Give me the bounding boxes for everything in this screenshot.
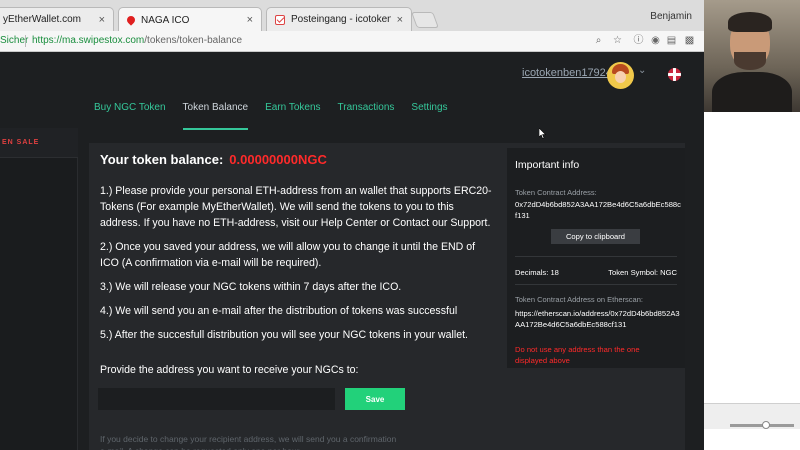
tab-transactions[interactable]: Transactions <box>338 102 395 130</box>
balance-value: 0.00000000NGC <box>229 152 327 167</box>
address-prompt: Provide the address you want to receive … <box>100 364 359 376</box>
gmail-favicon-icon <box>275 14 285 25</box>
browser-tab-bar: yEtherWallet.com × NAGA ICO × Posteingan… <box>0 0 704 32</box>
tab-settings[interactable]: Settings <box>411 102 447 130</box>
contract-address-label: Token Contract Address: <box>515 188 597 197</box>
extension-icon[interactable]: ◉ <box>649 34 662 47</box>
url-text[interactable]: https://ma.swipestox.com/tokens/token-ba… <box>32 35 242 46</box>
change-address-note: If you decide to change your recipient a… <box>100 434 397 450</box>
sidebar-item-token-sale[interactable]: EN SALE <box>0 128 78 158</box>
mouse-cursor-icon <box>539 128 547 139</box>
app: EN SALE icotokenben17924 ⌄ Buy NGC Token… <box>0 53 704 450</box>
tab-naga-ico[interactable]: NAGA ICO × <box>118 7 262 32</box>
extension-icon[interactable]: ▩ <box>683 34 696 47</box>
webcam-person-body <box>712 72 792 112</box>
chevron-down-icon[interactable]: ⌄ <box>638 65 646 76</box>
etherscan-label: Token Contract Address on Etherscan: <box>515 295 643 304</box>
instruction-step: 3.) We will release your NGC tokens with… <box>100 281 402 293</box>
close-icon[interactable]: × <box>397 14 403 26</box>
slider-knob <box>762 421 770 429</box>
info-title: Important info <box>515 159 580 171</box>
contract-address-value: 0x72dD4b6bd852A3AA172Be4d6C5a6dbEc588cf1… <box>515 200 681 220</box>
avatar[interactable] <box>607 62 634 89</box>
eth-address-input[interactable] <box>98 388 335 410</box>
close-icon[interactable]: × <box>99 14 105 26</box>
webcam-overlay <box>704 0 800 112</box>
url-path: /tokens/token-balance <box>144 35 243 46</box>
tab-label: Posteingang - icotokenben1@ <box>291 14 391 25</box>
url-host: https://ma.swipestox.com <box>32 35 145 46</box>
close-icon[interactable]: × <box>247 14 253 26</box>
etherscan-link[interactable]: https://etherscan.io/address/0x72dD4b6bd… <box>515 308 683 330</box>
translate-icon[interactable]: ▤ <box>665 34 678 47</box>
tab-label: NAGA ICO <box>141 14 190 26</box>
tab-earn-tokens[interactable]: Earn Tokens <box>265 102 320 130</box>
sidebar: EN SALE <box>0 128 78 450</box>
search-icon[interactable]: ⌕ <box>592 34 605 47</box>
webcam-person-beard <box>734 52 766 70</box>
copy-to-clipboard-button[interactable]: Copy to clipboard <box>551 229 640 244</box>
address-bar[interactable]: Sicher https://ma.swipestox.com/tokens/t… <box>0 31 704 52</box>
screen: yEtherWallet.com × NAGA ICO × Posteingan… <box>0 0 800 450</box>
webcam-person-hair <box>728 12 772 32</box>
instruction-list: 1.) Please provide your personal ETH-add… <box>100 183 495 351</box>
instruction-step: 4.) We will send you an e-mail after the… <box>100 305 458 317</box>
save-button[interactable]: Save <box>345 388 405 410</box>
tab-token-balance[interactable]: Token Balance <box>182 102 249 130</box>
main-nav: Buy NGC Token Token Balance Earn Tokens … <box>94 102 465 130</box>
tab-label: yEtherWallet.com <box>3 14 81 25</box>
divider <box>515 256 677 257</box>
tab-buy-ngc-token[interactable]: Buy NGC Token <box>94 102 166 130</box>
info-icon[interactable]: ⓘ <box>632 34 645 47</box>
token-symbol-label: Token Symbol: NGC <box>608 268 677 277</box>
naga-favicon-icon <box>125 14 137 26</box>
browser-user[interactable]: Benjamin <box>650 11 692 22</box>
divider <box>515 284 677 285</box>
language-flag-icon[interactable] <box>668 68 681 81</box>
bookmark-star-icon[interactable]: ☆ <box>611 34 624 47</box>
new-tab-button[interactable] <box>411 12 439 28</box>
instruction-step: 2.) Once you saved your address, we will… <box>100 241 476 269</box>
instruction-step: 5.) After the succesfull distribution yo… <box>100 329 468 341</box>
token-balance-panel: Your token balance: 0.00000000NGC 1.) Ple… <box>89 143 685 450</box>
address-warning: Do not use any address than the one disp… <box>515 345 640 365</box>
token-meta-row: Decimals: 18 Token Symbol: NGC <box>515 268 677 277</box>
tab-myetherwallet[interactable]: yEtherWallet.com × <box>0 7 114 31</box>
balance-heading: Your token balance: 0.00000000NGC <box>100 152 327 167</box>
balance-label: Your token balance: <box>100 152 224 167</box>
decimals-label: Decimals: 18 <box>515 268 559 277</box>
account-name-link[interactable]: icotokenben17924 <box>522 67 612 79</box>
tab-posteingang[interactable]: Posteingang - icotokenben1@ × <box>266 7 412 31</box>
instruction-step: 1.) Please provide your personal ETH-add… <box>100 185 492 229</box>
important-info-box: Important info Token Contract Address: 0… <box>507 148 685 368</box>
divider <box>25 35 26 47</box>
